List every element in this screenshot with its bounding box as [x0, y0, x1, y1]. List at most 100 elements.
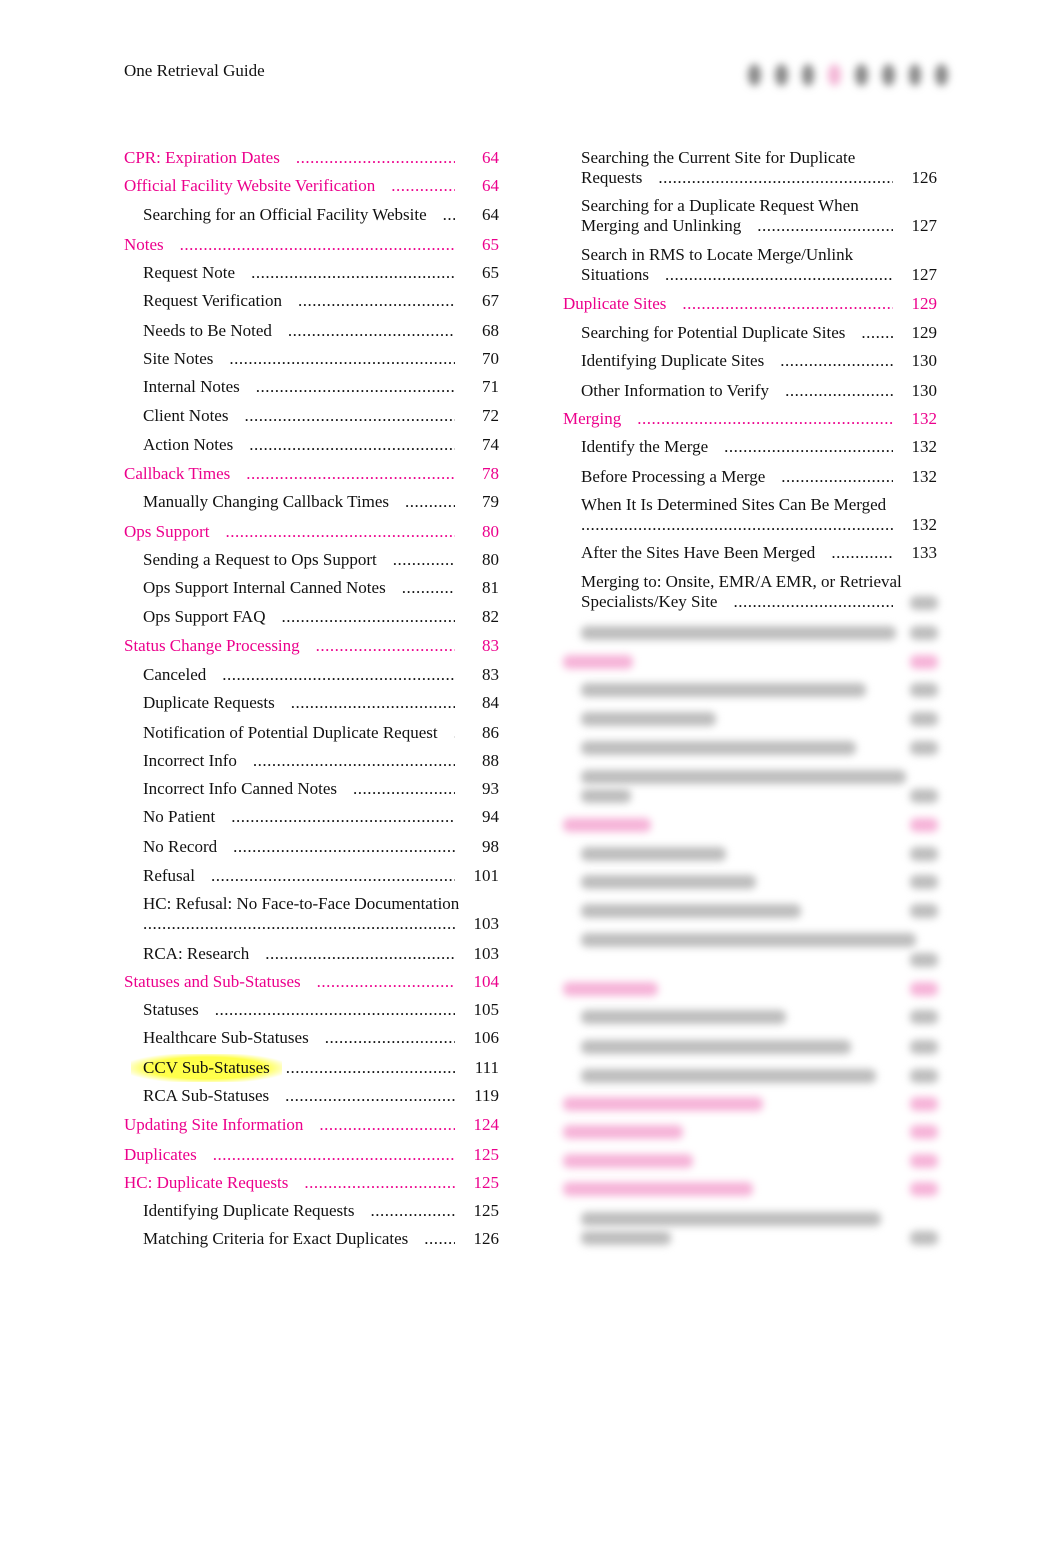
- toc-entry[interactable]: Ops Support Internal Canned Notes.......…: [143, 578, 499, 598]
- toc-page-number: 93: [482, 779, 499, 798]
- toc-entry[interactable]: Duplicates..............................…: [124, 1145, 499, 1165]
- toc-entry[interactable]: Callback Times..........................…: [124, 464, 499, 484]
- toc-entry[interactable]: Notes...................................…: [124, 235, 499, 255]
- dot-leader: ........................................…: [637, 409, 893, 428]
- dot-leader: ........................................…: [304, 1173, 455, 1192]
- redacted-page-number: [910, 982, 938, 996]
- toc-entry[interactable]: Refusal.................................…: [143, 866, 499, 886]
- toc-entry[interactable]: Searching for Potential Duplicate Sites.…: [581, 323, 937, 343]
- toc-entry[interactable]: After the Sites Have Been Merged........…: [581, 543, 937, 563]
- toc-entry-title: Callback Times: [124, 464, 231, 483]
- toc-entry[interactable]: Internal Notes..........................…: [143, 377, 499, 397]
- toc-entry-line: CPR: Expiration Dates...................…: [124, 148, 499, 168]
- toc-entry-line: Client Notes............................…: [143, 406, 499, 426]
- toc-entry[interactable]: Official Facility Website Verification..…: [124, 176, 499, 196]
- toc-entry[interactable]: Searching for a Duplicate Request When Me…: [581, 196, 937, 236]
- toc-entry[interactable]: When It Is Determined Sites Can Be Merge…: [581, 495, 937, 535]
- toc-page-number: 65: [482, 235, 499, 254]
- toc-entry[interactable]: CPR: Expiration Dates...................…: [124, 148, 499, 168]
- toc-entry[interactable]: Action Notes............................…: [143, 435, 499, 455]
- toc-entry-title: Search in RMS to Locate Merge/Unlink: [581, 245, 854, 264]
- dot-leader: ........................................…: [295, 148, 455, 167]
- toc-entry[interactable]: Matching Criteria for Exact Duplicates..…: [143, 1229, 499, 1249]
- toc-entry[interactable]: Ops Support.............................…: [124, 522, 499, 542]
- toc-entry[interactable]: Searching for an Official Facility Websi…: [143, 205, 499, 225]
- toc-entry[interactable]: Duplicate Requests......................…: [143, 693, 499, 713]
- toc-entry-title: After the Sites Have Been Merged: [581, 543, 816, 562]
- toc-entry[interactable]: No Patient..............................…: [143, 807, 499, 827]
- toc-entry[interactable]: Updating Site Information...............…: [124, 1115, 499, 1135]
- toc-entry[interactable]: Statuses................................…: [143, 1000, 499, 1020]
- toc-entry-title: When It Is Determined Sites Can Be Merge…: [581, 495, 887, 514]
- toc-entry[interactable]: Identifying Duplicate Sites.............…: [581, 351, 937, 371]
- toc-entry[interactable]: Site Notes..............................…: [143, 349, 499, 369]
- toc-entry-line: Duplicate Requests......................…: [143, 693, 499, 713]
- toc-entry[interactable]: Notification of Potential Duplicate Requ…: [143, 723, 499, 743]
- toc-entry[interactable]: Ops Support FAQ.........................…: [143, 607, 499, 627]
- toc-entry[interactable]: Statuses and Sub-Statuses...............…: [124, 972, 499, 992]
- document-header-title: One Retrieval Guide: [124, 61, 265, 80]
- toc-entry[interactable]: HC: Duplicate Requests..................…: [124, 1173, 499, 1193]
- toc-entry[interactable]: Duplicate Sites.........................…: [563, 294, 937, 314]
- toc-entry[interactable]: RCA Sub-Statuses........................…: [143, 1086, 499, 1106]
- redacted-entry: [581, 1040, 851, 1054]
- toc-entry-line: Notification of Potential Duplicate Requ…: [143, 723, 499, 743]
- toc-page-number: 104: [473, 972, 500, 991]
- toc-entry-line: Searching the Current Site for Duplicate: [581, 148, 937, 168]
- toc-entry[interactable]: Status Change Processing................…: [124, 636, 499, 656]
- toc-entry-line: Site Notes..............................…: [143, 349, 499, 369]
- toc-entry[interactable]: RCA: Research...........................…: [143, 944, 499, 964]
- toc-entry-line: Ops Support Internal Canned Notes.......…: [143, 578, 499, 598]
- toc-entry-title: Official Facility Website Verification: [124, 176, 376, 195]
- toc-entry[interactable]: Searching the Current Site for Duplicate…: [581, 148, 937, 188]
- toc-entry-title: Duplicates: [124, 1145, 197, 1164]
- toc-entry[interactable]: Identify the Merge......................…: [581, 437, 937, 457]
- dot-leader: ........................................…: [405, 492, 455, 511]
- toc-entry-line: Identifying Duplicate Sites.............…: [581, 351, 937, 371]
- toc-entry[interactable]: Search in RMS to Locate Merge/Unlink Situ…: [581, 245, 937, 285]
- toc-entry[interactable]: Request Verification....................…: [143, 291, 499, 311]
- toc-entry-line: No Record...............................…: [143, 837, 499, 857]
- toc-entry[interactable]: Merging to: Onsite, EMR/A EMR, or Retrie…: [581, 572, 937, 612]
- toc-entry-title: Manually Changing Callback Times: [143, 492, 390, 511]
- toc-entry[interactable]: Incorrect Info Canned Notes.............…: [143, 779, 499, 799]
- toc-entry[interactable]: Other Information to Verify.............…: [581, 381, 937, 401]
- toc-entry[interactable]: Healthcare Sub-Statuses.................…: [143, 1028, 499, 1048]
- toc-entry[interactable]: Manually Changing Callback Times........…: [143, 492, 499, 512]
- toc-page-number: 129: [911, 323, 938, 342]
- toc-entry[interactable]: HC: Refusal: No Face-to-Face Documentati…: [143, 894, 499, 934]
- dot-leader: ........................................…: [225, 522, 455, 541]
- toc-entry[interactable]: Request Note............................…: [143, 263, 499, 283]
- toc-entry[interactable]: Before Processing a Merge...............…: [581, 467, 937, 487]
- toc-entry-line: Canceled................................…: [143, 665, 499, 685]
- toc-entry[interactable]: Canceled................................…: [143, 665, 499, 685]
- toc-entry[interactable]: Needs to Be Noted.......................…: [143, 321, 499, 341]
- dot-leader: ........................................…: [658, 168, 893, 187]
- toc-entry[interactable]: No Record...............................…: [143, 837, 499, 857]
- toc-entry-line: Ops Support FAQ.........................…: [143, 607, 499, 627]
- dot-leader: ........................................…: [297, 291, 455, 310]
- dot-leader: ........................................…: [831, 543, 893, 562]
- toc-entry[interactable]: Client Notes............................…: [143, 406, 499, 426]
- toc-page-number: 111: [474, 1058, 499, 1077]
- dot-leader: ........................................…: [255, 377, 455, 396]
- toc-page-number: 126: [911, 168, 938, 187]
- toc-page-number: 64: [482, 205, 499, 224]
- redacted-entry: [581, 770, 906, 784]
- dot-leader: ........................................…: [252, 751, 455, 770]
- toc-entry[interactable]: Incorrect Info..........................…: [143, 751, 499, 771]
- toc-entry[interactable]: Sending a Request to Ops Support........…: [143, 550, 499, 570]
- redacted-page-number: [910, 1125, 938, 1139]
- toc-page-number: 86: [482, 723, 499, 742]
- redacted-page-number: [910, 683, 938, 697]
- toc-page-number: 133: [911, 543, 938, 562]
- toc-entry[interactable]: Identifying Duplicate Requests..........…: [143, 1201, 499, 1221]
- toc-page-number: 81: [482, 578, 499, 597]
- toc-entry[interactable]: CCV Sub-Statuses........................…: [131, 1054, 499, 1082]
- toc-page-number: 71: [482, 377, 499, 396]
- toc-entry-title: Internal Notes: [143, 377, 240, 396]
- dot-leader: ........................................…: [370, 1201, 455, 1220]
- toc-page-number: 103: [473, 914, 500, 933]
- toc-entry[interactable]: Merging.................................…: [563, 409, 937, 429]
- redacted-page-number: [910, 818, 938, 832]
